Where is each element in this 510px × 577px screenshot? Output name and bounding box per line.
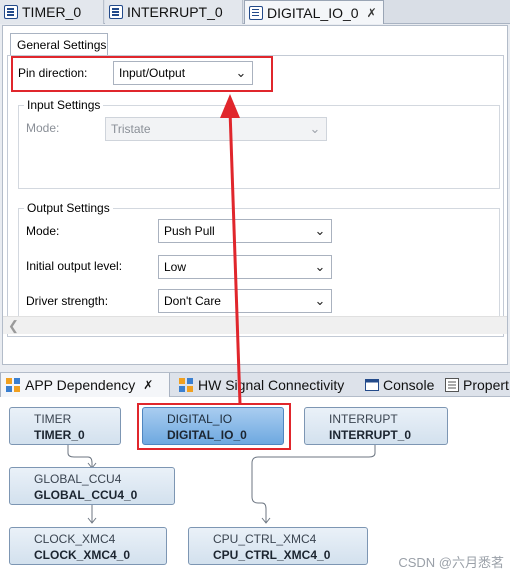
annotation-arrow xyxy=(220,94,242,405)
watermark: CSDN @六月悉茗 xyxy=(398,555,504,570)
